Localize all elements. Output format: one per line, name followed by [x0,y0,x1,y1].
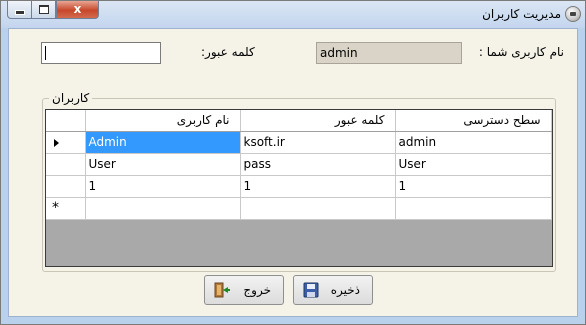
table-cell[interactable]: pass [240,153,396,176]
table-cell[interactable]: User [395,153,552,176]
save-button[interactable]: ذخیره [293,275,373,305]
exit-button[interactable]: خروج [204,275,284,305]
table-row: User pass User [46,153,552,176]
column-header-password[interactable]: کلمه عبور [240,110,396,132]
table-cell[interactable]: 1 [395,175,552,198]
row-header[interactable] [46,153,86,176]
maximize-icon [38,5,49,14]
table-cell[interactable]: 1 [85,175,241,198]
table-row: Admin ksoft.ir admin [46,131,552,154]
table-cell[interactable]: User [85,153,241,176]
username-field[interactable]: admin [316,42,462,64]
column-header-username[interactable]: نام کاربری [85,110,241,132]
title-bar[interactable]: x مدیریت کاربران [1,1,585,28]
table-cell[interactable] [395,197,552,220]
password-field[interactable] [41,42,161,64]
main-window: x مدیریت کاربران نام کاربری شما : admin … [0,0,586,325]
corner-header[interactable] [46,110,86,132]
minimize-button[interactable] [7,1,32,19]
floppy-disk-icon [303,282,319,298]
row-header[interactable] [46,131,86,154]
client-area: نام کاربری شما : admin کلمه عبور: کاربرا… [8,28,578,317]
maximize-button[interactable] [31,1,56,19]
save-button-label: ذخیره [330,283,360,297]
new-row: * [46,197,552,220]
app-icon [565,6,581,22]
new-row-star-icon: * [52,199,59,216]
password-label: کلمه عبور: [201,45,255,59]
table-cell[interactable] [240,197,396,220]
table-cell[interactable] [85,197,241,220]
users-groupbox: کاربران نام کاربری کلمه عبور سطح دسترسی … [42,91,556,272]
row-header[interactable]: * [46,197,86,220]
column-header-access-level[interactable]: سطح دسترسی [395,110,552,132]
users-table: نام کاربری کلمه عبور سطح دسترسی Admin ks… [46,110,552,220]
table-cell[interactable]: ksoft.ir [240,131,396,154]
header-row: نام کاربری کلمه عبور سطح دسترسی [46,110,552,132]
minimize-icon [14,10,25,15]
table-cell[interactable]: 1 [240,175,396,198]
window-title: مدیریت کاربران [482,7,561,21]
exit-button-label: خروج [243,283,271,297]
close-button[interactable]: x [56,1,99,19]
users-data-grid[interactable]: نام کاربری کلمه عبور سطح دسترسی Admin ks… [45,109,553,267]
close-icon: x [73,2,82,16]
current-row-arrow-icon [54,138,59,147]
username-label: نام کاربری شما : [478,45,564,59]
text-caret [45,46,46,60]
row-header[interactable] [46,175,86,198]
table-cell[interactable]: admin [395,131,552,154]
exit-door-icon [214,282,230,298]
users-group-title: کاربران [49,91,93,105]
table-cell[interactable]: Admin [85,131,241,154]
table-row: 1 1 1 [46,175,552,198]
